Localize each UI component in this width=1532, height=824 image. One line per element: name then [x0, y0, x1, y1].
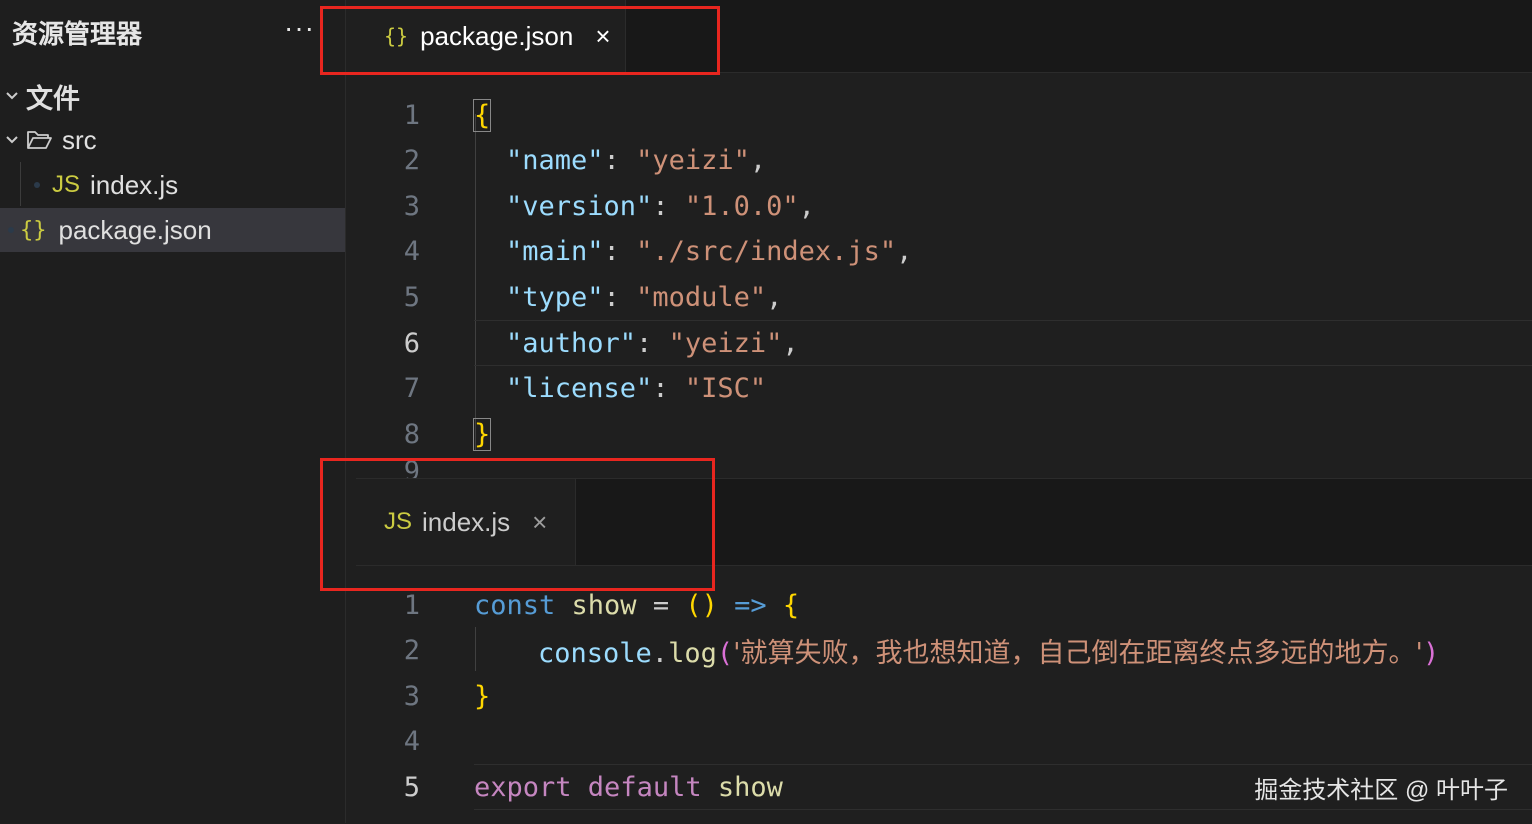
comma: ,: [896, 235, 913, 267]
keyword-export: export: [474, 771, 572, 803]
code-line: 1 {: [356, 92, 1532, 138]
line-number: 4: [403, 235, 420, 267]
section-files-label: 文件: [26, 83, 80, 114]
code-line: 4: [356, 718, 1532, 764]
watermark: 掘金技术社区 @ 叶叶子: [1254, 777, 1508, 804]
tree-file-label: index.js: [90, 169, 179, 200]
close-brace: }: [472, 417, 492, 451]
folder-open-icon: [27, 131, 52, 149]
json-value: "1.0.0": [684, 190, 799, 222]
open-brace: {: [472, 98, 492, 132]
code-line: 6 "author": "yeizi",: [356, 320, 1532, 366]
operator: =: [652, 589, 686, 621]
line-number: 7: [403, 372, 420, 404]
code-line: 3 }: [356, 673, 1532, 719]
open-paren: (: [716, 637, 734, 669]
line-number: 6: [403, 327, 420, 359]
tree-file-index-js[interactable]: JS index.js: [0, 163, 345, 207]
tree-file-package-json[interactable]: {} package.json: [0, 208, 345, 252]
comma: ,: [749, 144, 767, 176]
tree-folder-src[interactable]: src: [0, 118, 345, 162]
arrow: =>: [717, 589, 783, 621]
explorer-sidebar: 资源管理器 ··· 文件 src JS index.js {} package.…: [0, 0, 345, 823]
colon: :: [603, 281, 637, 313]
comma: ,: [766, 281, 783, 313]
js-file-icon: JS: [52, 171, 81, 198]
explorer-title: 资源管理器: [12, 19, 143, 49]
colon: :: [636, 327, 669, 359]
open-brace: {: [782, 589, 800, 621]
code-line: 2 "name": "yeizi",: [356, 137, 1532, 183]
close-brace: }: [474, 680, 491, 712]
line-number: 2: [403, 144, 420, 176]
code-line: 5 "type": "module",: [356, 274, 1532, 320]
function-name: log: [668, 637, 717, 669]
json-key: "license": [506, 372, 653, 404]
json-key: "version": [506, 190, 653, 222]
code-line: 7 "license": "ISC": [356, 365, 1532, 411]
json-key: "main": [506, 235, 604, 267]
json-value: "module": [636, 281, 767, 313]
identifier: show: [555, 589, 653, 621]
colon: :: [652, 190, 685, 222]
json-value: "./src/index.js": [636, 235, 897, 267]
identifier: console: [538, 637, 652, 669]
json-value: "yeizi": [668, 327, 783, 359]
identifier: show: [701, 771, 783, 803]
code-line: 8 }: [356, 411, 1532, 457]
colon: :: [603, 144, 637, 176]
string-literal: '就算失败，我也想知道，自己倒在距离终点多远的地方。': [733, 637, 1423, 669]
annotation-box-bottom: [320, 458, 715, 591]
close-paren: ): [1422, 637, 1440, 669]
comma: ,: [782, 327, 799, 359]
line-number: 3: [403, 190, 420, 222]
json-file-icon: {}: [20, 217, 47, 243]
file-dot: [34, 182, 40, 188]
json-value: "ISC": [684, 372, 767, 404]
code-line: 4 "main": "./src/index.js",: [356, 228, 1532, 274]
section-files[interactable]: 文件: [0, 74, 345, 118]
json-key: "type": [506, 281, 604, 313]
keyword-default: default: [571, 771, 702, 803]
colon: :: [603, 235, 637, 267]
line-number: 1: [403, 589, 420, 621]
line-number: 5: [403, 771, 420, 803]
annotation-box-top: [320, 6, 720, 75]
line-number: 1: [403, 99, 420, 131]
json-key: "author": [506, 327, 637, 359]
comma: ,: [798, 190, 815, 222]
dot: .: [651, 637, 669, 669]
line-number: 3: [403, 680, 420, 712]
line-number: 8: [403, 418, 420, 450]
line-number: 4: [403, 725, 420, 757]
tree-file-label: package.json: [58, 214, 212, 245]
sidebar-divider: [345, 0, 346, 823]
tree-folder-label: src: [62, 124, 97, 155]
line-number: 5: [403, 281, 420, 313]
file-dot: [8, 227, 14, 233]
parens: (): [685, 589, 718, 621]
chevron-down-icon: [6, 136, 18, 144]
line-number: 2: [403, 634, 420, 666]
keyword-const: const: [474, 589, 556, 621]
json-key: "name": [506, 144, 604, 176]
chevron-down-icon: [6, 92, 18, 100]
json-value: "yeizi": [636, 144, 750, 176]
code-line: 2 console.log('就算失败，我也想知道，自己倒在距离终点多远的地方。…: [356, 627, 1532, 673]
more-actions-button[interactable]: ···: [284, 12, 315, 44]
code-line: 3 "version": "1.0.0",: [356, 183, 1532, 229]
colon: :: [652, 372, 685, 404]
